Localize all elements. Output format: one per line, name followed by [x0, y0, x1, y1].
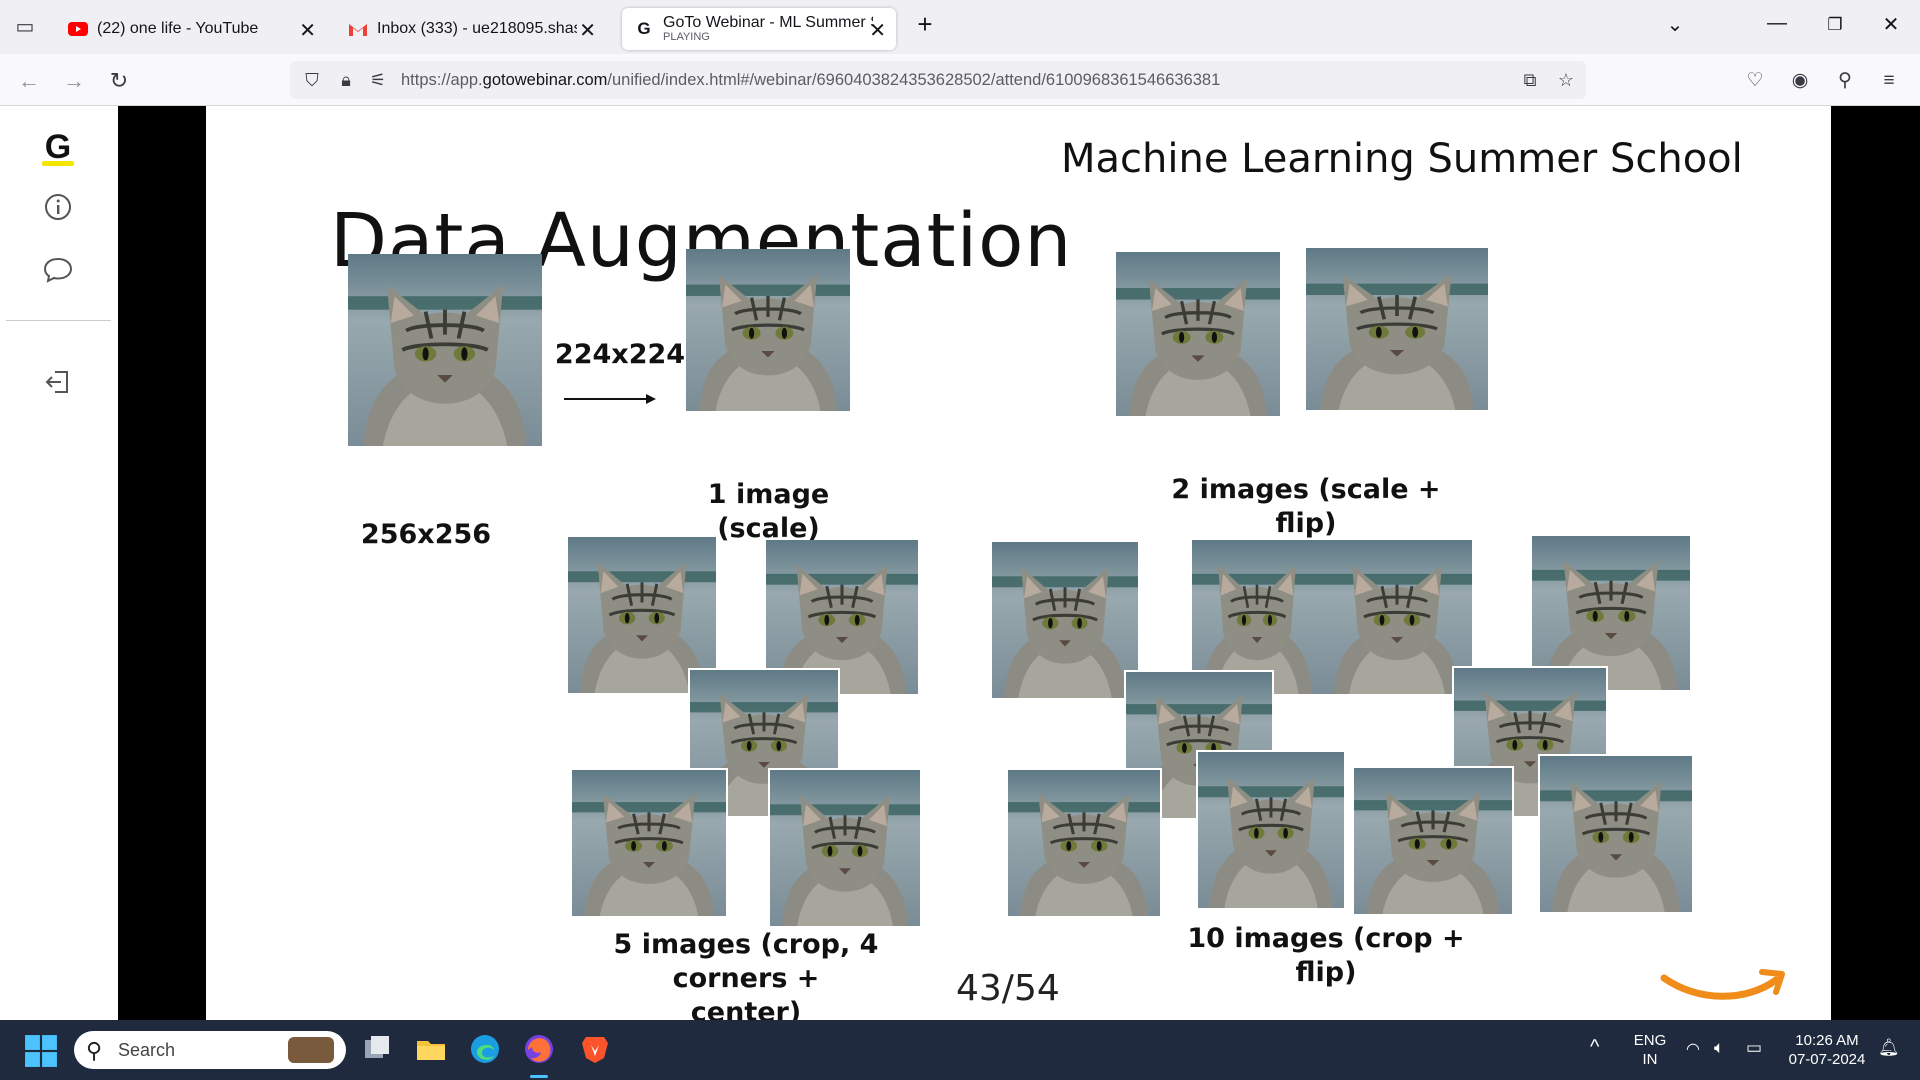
pocket-icon[interactable]: ♡ [1742, 68, 1768, 94]
amazon-smile-logo-icon [1660, 969, 1785, 1000]
cat-crop-10-i [1352, 766, 1514, 916]
cat-crop-bottom-right [768, 768, 922, 928]
shield-icon[interactable]: ⛉ [300, 68, 324, 92]
presentation-slide: Machine Learning Summer School Data Augm… [206, 106, 1831, 1020]
picture-in-picture-icon[interactable]: ⧉ [1518, 68, 1542, 92]
cat-crop-bottom-left [570, 768, 728, 918]
forward-arrow-icon[interactable]: → [59, 66, 89, 96]
search-icon: ⚲ [86, 1038, 103, 1063]
tab-strip: ▭ (22) one life - YouTube ✕ Inbox (333) … [0, 0, 1920, 54]
task-view-icon[interactable] [360, 1032, 394, 1066]
arrow-icon [564, 394, 656, 404]
tab-list-icon[interactable]: ▭ [10, 12, 40, 42]
cat-crop-10-g [1006, 768, 1162, 918]
tab-gmail[interactable]: Inbox (333) - ue218095.shashan ✕ [336, 8, 606, 50]
search-highlight-icon [288, 1037, 334, 1063]
back-arrow-icon[interactable]: ← [14, 66, 44, 96]
wifi-icon[interactable]: ◠ [1686, 1040, 1700, 1059]
notification-bell-icon[interactable]: 🔔︎ [1878, 1038, 1900, 1057]
one-image-label: 1 image (scale) [707, 479, 830, 544]
playing-indicator: PLAYING [663, 30, 710, 43]
clock[interactable]: 10:26 AM 07-07-2024 [1782, 1031, 1872, 1069]
extensions-icon[interactable]: ⚲ [1832, 68, 1858, 94]
cat-crop-10-j [1538, 754, 1694, 914]
cat-image-scaled-a [1116, 252, 1280, 416]
menu-icon[interactable]: ≡ [1876, 68, 1902, 94]
windows-taskbar: ⚲ Search ^ ENG IN ◠ 🔈︎ ▭ 10:26 AM 07-07-… [0, 1020, 1920, 1080]
goto-icon: G [637, 19, 651, 38]
webinar-viewport: G Machine Learning Summer School Data Au… [0, 106, 1920, 1020]
minimize-button[interactable]: — [1762, 12, 1792, 35]
edge-browser-icon[interactable] [468, 1032, 502, 1066]
ten-images-label: 10 images (crop + flip) [1187, 923, 1465, 988]
permissions-icon[interactable]: ⚟ [366, 68, 390, 92]
active-app-indicator [530, 1075, 548, 1078]
cat-crop-10-c [1322, 540, 1472, 694]
two-images-label: 2 images (scale + flip) [1171, 474, 1441, 539]
sidebar-divider [6, 320, 111, 321]
tab-title: (22) one life - YouTube [97, 20, 259, 37]
brave-browser-icon[interactable] [578, 1032, 612, 1066]
new-tab-button[interactable]: + [910, 9, 940, 40]
cat-crop-10-h [1196, 750, 1346, 910]
taskbar-search-box[interactable]: ⚲ Search [74, 1031, 346, 1069]
file-explorer-icon[interactable] [414, 1032, 448, 1066]
reload-icon[interactable]: ↻ [104, 66, 134, 96]
close-tab-icon[interactable]: ✕ [299, 18, 316, 43]
bookmark-star-icon[interactable]: ☆ [1554, 68, 1578, 92]
webinar-sidebar: G [0, 106, 118, 1020]
cat-image-scaled [686, 249, 850, 411]
navigation-bar: ← → ↻ ⛉ 🔒︎ ⚟ https://app.gotowebinar.com… [0, 54, 1920, 106]
chat-icon[interactable] [38, 255, 78, 295]
url-text[interactable]: https://app.gotowebinar.com/unified/inde… [401, 71, 1220, 90]
original-size-label: 256x256 [360, 519, 492, 550]
close-tab-icon[interactable]: ✕ [579, 18, 596, 43]
gmail-icon [348, 21, 368, 37]
info-icon[interactable] [38, 192, 78, 232]
five-images-label: 5 images (crop, 4 corners + center) [613, 929, 879, 1020]
tab-title: GoTo Webinar - ML Summer Sc [663, 14, 873, 31]
youtube-icon [68, 21, 88, 37]
close-tab-icon[interactable]: ✕ [869, 18, 886, 43]
volume-icon[interactable]: 🔈︎ [1714, 1038, 1724, 1057]
slide-header: Machine Learning Summer School [1061, 136, 1743, 182]
tab-gotowebinar[interactable]: G GoTo Webinar - ML Summer Sc PLAYING ✕ [622, 8, 896, 50]
url-bar[interactable]: ⛉ 🔒︎ ⚟ https://app.gotowebinar.com/unifi… [290, 61, 1586, 99]
chevron-down-icon[interactable]: ⌄ [1660, 12, 1690, 37]
cat-image-original [348, 254, 542, 446]
battery-icon[interactable]: ▭ [1746, 1038, 1762, 1057]
goto-logo-icon[interactable]: G [38, 127, 78, 167]
cat-image-flipped [1306, 248, 1488, 410]
crop-size-label: 224x224 [554, 339, 686, 370]
restore-button[interactable]: ❐ [1820, 15, 1850, 35]
search-label: Search [118, 1040, 176, 1060]
windows-start-icon[interactable] [24, 1034, 58, 1068]
language-indicator[interactable]: ENG IN [1630, 1031, 1670, 1069]
lock-icon[interactable]: 🔒︎ [334, 68, 358, 92]
firefox-icon[interactable] [522, 1032, 556, 1066]
account-icon[interactable]: ◉ [1787, 68, 1813, 94]
cat-crop-10-a [992, 542, 1138, 698]
show-hidden-icons-chevron-icon[interactable]: ^ [1590, 1037, 1599, 1057]
tab-title: Inbox (333) - ue218095.shashan [377, 20, 577, 37]
close-window-button[interactable]: ✕ [1876, 12, 1906, 37]
exit-icon[interactable] [38, 367, 78, 407]
tab-youtube[interactable]: (22) one life - YouTube ✕ [56, 8, 326, 50]
slide-page-number: 43/54 [956, 968, 1060, 1009]
